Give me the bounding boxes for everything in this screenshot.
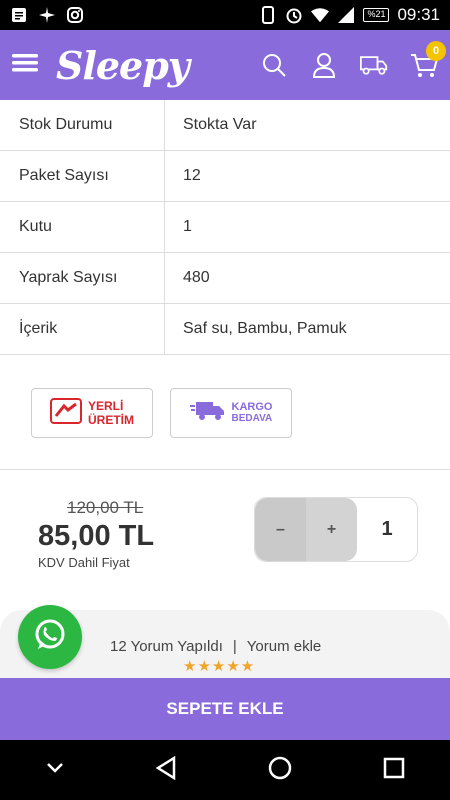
badge-line1: YERLİ (88, 399, 124, 413)
spec-value: Saf su, Bambu, Pamuk (183, 320, 347, 337)
brand-logo[interactable]: Sleepy (56, 43, 190, 88)
feature-badges: YERLİ ÜRETİM KARGO BEDAVA (0, 357, 450, 470)
whatsapp-icon (32, 617, 68, 658)
home-icon[interactable] (268, 756, 292, 785)
cart-icon[interactable]: 0 (410, 41, 446, 79)
notes-icon (10, 6, 28, 24)
status-bar: %21 09:31 (0, 0, 450, 30)
spec-value: 480 (183, 269, 210, 286)
free-shipping-badge: KARGO BEDAVA (170, 388, 292, 438)
quantity-stepper: – + 1 (254, 497, 418, 562)
truck-icon[interactable] (360, 51, 388, 79)
add-review-link[interactable]: Yorum ekle (247, 638, 322, 655)
badge-line2: ÜRETİM (88, 413, 134, 427)
spec-value: 12 (183, 167, 201, 184)
tax-note: KDV Dahil Fiyat (38, 555, 130, 570)
increase-quantity-button[interactable]: + (306, 498, 357, 561)
spec-key: Kutu (0, 202, 165, 252)
spec-key: İçerik (0, 304, 165, 354)
spec-value: 1 (183, 218, 192, 235)
badge-line2: BEDAVA (231, 413, 273, 424)
rating-stars: ★★★★★ (183, 658, 256, 675)
whatsapp-button[interactable] (18, 605, 82, 669)
spec-key: Paket Sayısı (0, 151, 165, 201)
delivery-truck-icon (189, 399, 226, 428)
hand-icon (50, 396, 82, 431)
add-to-cart-button[interactable]: SEPETE EKLE (0, 678, 450, 740)
product-specs-table: Stok Durumu Stokta Var Paket Sayısı 12 K… (0, 100, 450, 355)
phone-icon (259, 6, 277, 24)
wifi-icon (311, 6, 330, 24)
table-row: Yaprak Sayısı 480 (0, 253, 450, 304)
back-icon[interactable] (155, 755, 177, 785)
old-price: 120,00 TL (67, 498, 144, 517)
table-row: Stok Durumu Stokta Var (0, 100, 450, 151)
current-price: 85,00 TL (38, 520, 155, 552)
recents-icon[interactable] (383, 757, 405, 784)
review-count[interactable]: 12 Yorum Yapıldı (110, 638, 223, 655)
airplane-icon (38, 6, 56, 24)
review-separator: | (232, 638, 237, 655)
search-icon[interactable] (260, 51, 288, 79)
table-row: İçerik Saf su, Bambu, Pamuk (0, 304, 450, 355)
decrease-quantity-button[interactable]: – (255, 498, 306, 561)
cart-count-badge: 0 (426, 41, 446, 61)
price-section: 120,00 TL 85,00 TL KDV Dahil Fiyat – + 1 (0, 470, 450, 610)
chevron-down-icon[interactable] (46, 761, 64, 779)
table-row: Paket Sayısı 12 (0, 151, 450, 202)
clock: 09:31 (397, 5, 440, 24)
menu-icon[interactable] (12, 52, 38, 79)
system-nav-bar (0, 740, 450, 800)
instagram-icon (66, 6, 84, 24)
badge-line1: KARGO (231, 401, 273, 413)
table-row: Kutu 1 (0, 202, 450, 253)
alarm-icon (285, 6, 303, 24)
spec-value: Stokta Var (183, 116, 257, 133)
spec-key: Yaprak Sayısı (0, 253, 165, 303)
local-production-badge: YERLİ ÜRETİM (31, 388, 153, 438)
battery-indicator: %21 (363, 8, 390, 22)
user-icon[interactable] (310, 51, 338, 79)
app-header: Sleepy 0 (0, 30, 450, 100)
spec-key: Stok Durumu (0, 100, 165, 150)
signal-icon (337, 6, 355, 24)
quantity-value[interactable]: 1 (357, 498, 417, 561)
